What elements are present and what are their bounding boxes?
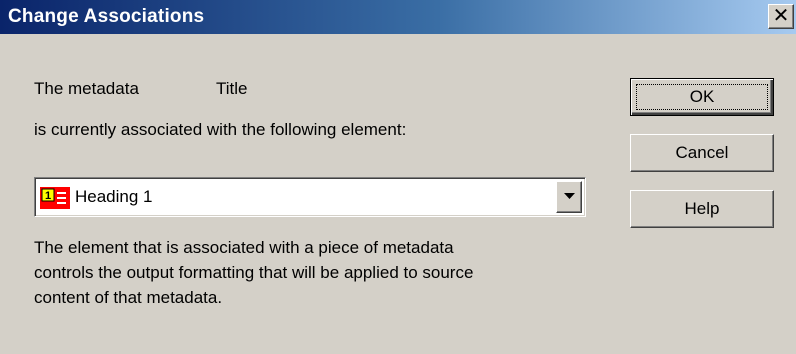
change-associations-dialog: Change Associations ✕ The metadata Title… [0,0,796,354]
close-icon: ✕ [772,5,790,27]
cancel-button[interactable]: Cancel [630,134,774,172]
description-line-2: controls the output formatting that will… [34,263,474,282]
metadata-value: Title [216,79,248,98]
close-button[interactable]: ✕ [768,4,794,29]
window-title: Change Associations [8,6,205,27]
metadata-label: The metadata [34,79,139,98]
svg-text:1: 1 [45,190,51,202]
chevron-down-icon [564,193,575,199]
heading-style-icon: 1 [40,187,70,209]
help-button[interactable]: Help [630,190,774,228]
title-bar[interactable]: Change Associations ✕ [0,0,796,34]
element-select-value: Heading 1 [75,187,153,206]
description-line-1: The element that is associated with a pi… [34,238,454,257]
help-button-label: Help [684,199,720,218]
ok-button[interactable]: OK [630,78,774,116]
focus-indicator [636,84,768,110]
dropdown-button[interactable] [556,181,582,213]
element-select[interactable]: 1 Heading 1 [34,177,586,217]
cancel-button-label: Cancel [675,143,729,162]
association-text: is currently associated with the followi… [34,120,407,139]
description-line-3: content of that metadata. [34,288,223,307]
